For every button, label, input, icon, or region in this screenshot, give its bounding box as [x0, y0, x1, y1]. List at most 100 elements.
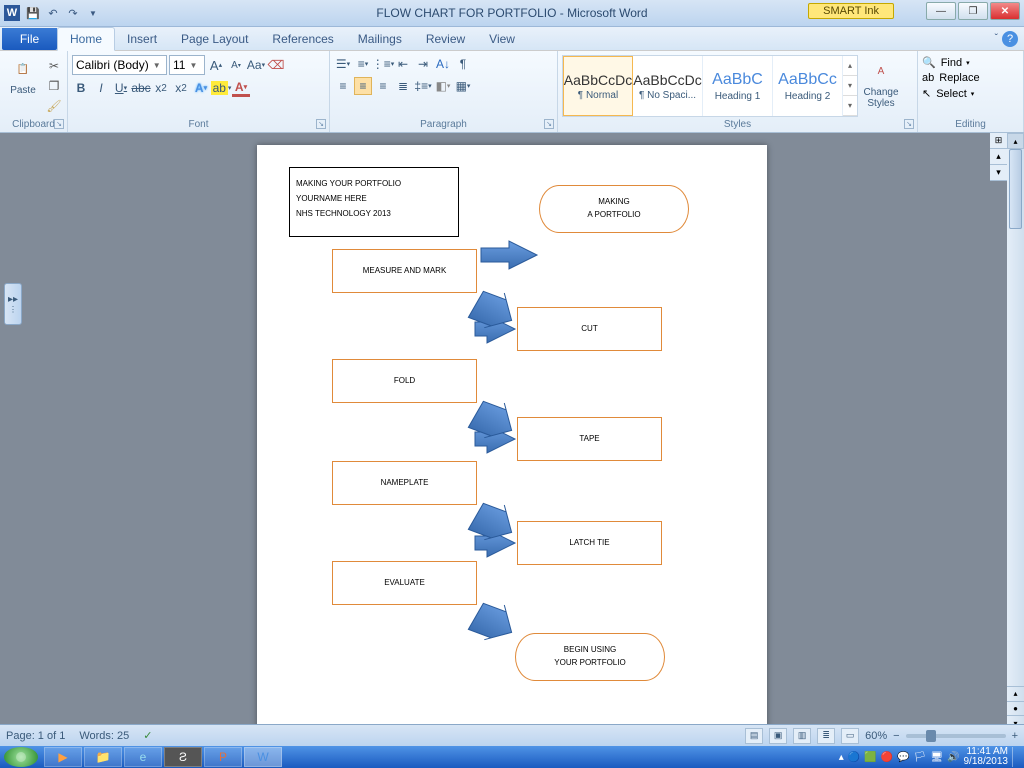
taskbar-powerpoint[interactable]: P — [204, 747, 242, 767]
style-no-spacing[interactable]: AaBbCcDc ¶ No Spaci... — [633, 56, 703, 116]
file-tab[interactable]: File — [2, 28, 57, 50]
text-effects-icon[interactable]: A▾ — [192, 79, 210, 97]
font-color-icon[interactable]: A▾ — [232, 79, 250, 97]
styles-launcher-icon[interactable]: ↘ — [904, 119, 914, 129]
show-marks-icon[interactable]: ¶ — [454, 55, 472, 73]
select-button[interactable]: ↖Select▾ — [922, 87, 980, 100]
change-styles-button[interactable]: A Change Styles — [861, 55, 901, 109]
proofing-icon[interactable]: ✓ — [143, 729, 152, 742]
style-heading2[interactable]: AaBbCc Heading 2 — [773, 56, 843, 116]
zoom-out-icon[interactable]: − — [893, 730, 899, 742]
flow-evaluate[interactable]: EVALUATE — [332, 561, 477, 605]
paste-button[interactable]: 📋 Paste — [4, 53, 42, 96]
scroll-thumb[interactable] — [1009, 149, 1022, 229]
sort-icon[interactable]: A↓ — [434, 55, 452, 73]
strike-button[interactable]: abc — [132, 79, 150, 97]
start-button[interactable] — [4, 747, 38, 767]
font-name-combo[interactable]: Calibri (Body)▼ — [72, 55, 167, 75]
clipboard-launcher-icon[interactable]: ↘ — [54, 119, 64, 129]
find-button[interactable]: 🔍Find▾ — [922, 56, 980, 69]
browse-object-icon[interactable]: ● — [1007, 701, 1024, 716]
zoom-slider[interactable] — [906, 734, 1006, 738]
taskbar-word[interactable]: W — [244, 747, 282, 767]
undo-icon[interactable]: ↶ — [44, 4, 62, 22]
tray-show-hidden-icon[interactable]: ▴ — [839, 752, 844, 763]
highlight-icon[interactable]: ab▾ — [212, 79, 230, 97]
tab-page-layout[interactable]: Page Layout — [169, 28, 260, 50]
tray-icon[interactable]: 🟩 — [864, 752, 876, 763]
flow-end[interactable]: BEGIN USING YOUR PORTFOLIO — [515, 633, 665, 681]
flow-nameplate[interactable]: NAMEPLATE — [332, 461, 477, 505]
tray-volume-icon[interactable]: 🔊 — [947, 752, 959, 763]
align-left-icon[interactable]: ≡ — [334, 77, 352, 95]
taskbar-mediaplayer[interactable]: ▶ — [44, 747, 82, 767]
replace-button[interactable]: abReplace — [922, 72, 980, 84]
taskbar-smart[interactable]: Ƨ — [164, 747, 202, 767]
fullscreen-icon[interactable]: ▣ — [769, 728, 787, 744]
paragraph-launcher-icon[interactable]: ↘ — [544, 119, 554, 129]
print-layout-icon[interactable]: ▤ — [745, 728, 763, 744]
web-layout-icon[interactable]: ▥ — [793, 728, 811, 744]
document-page[interactable]: MAKING YOUR PORTFOLIO YOURNAME HERE NHS … — [257, 145, 767, 746]
draft-icon[interactable]: ▭ — [841, 728, 859, 744]
show-desktop-button[interactable] — [1012, 747, 1020, 767]
tray-flag-icon[interactable]: 🏳 — [914, 752, 927, 763]
align-right-icon[interactable]: ≡ — [374, 77, 392, 95]
format-painter-icon[interactable]: 🖌 — [45, 97, 63, 115]
superscript-button[interactable]: x2 — [172, 79, 190, 97]
tray-network-icon[interactable]: 🖥 — [930, 752, 943, 763]
tray-icon[interactable]: 🔴 — [881, 752, 893, 763]
flow-tape[interactable]: TAPE — [517, 417, 662, 461]
bold-button[interactable]: B — [72, 79, 90, 97]
status-words[interactable]: Words: 25 — [79, 730, 129, 742]
clear-format-icon[interactable]: ⌫ — [267, 56, 285, 74]
justify-icon[interactable]: ≣ — [394, 77, 412, 95]
tray-icon[interactable]: 💬 — [897, 752, 909, 763]
outline-icon[interactable]: ≣ — [817, 728, 835, 744]
flow-measure[interactable]: MEASURE AND MARK — [332, 249, 477, 293]
shrink-font-icon[interactable]: A▾ — [227, 56, 245, 74]
status-page[interactable]: Page: 1 of 1 — [6, 730, 65, 742]
tab-view[interactable]: View — [477, 28, 527, 50]
nav-up-icon[interactable]: ▴ — [990, 149, 1007, 165]
align-center-icon[interactable]: ≡ — [354, 77, 372, 95]
tab-mailings[interactable]: Mailings — [346, 28, 414, 50]
tray-clock[interactable]: 11:41 AM 9/18/2013 — [964, 747, 1009, 767]
flow-cut[interactable]: CUT — [517, 307, 662, 351]
maximize-button[interactable]: ❐ — [958, 2, 988, 20]
title-text-box[interactable]: MAKING YOUR PORTFOLIO YOURNAME HERE NHS … — [289, 167, 459, 237]
redo-icon[interactable]: ↷ — [64, 4, 82, 22]
smart-ink-badge[interactable]: SMART Ink — [808, 3, 894, 19]
taskbar-ie[interactable]: e — [124, 747, 162, 767]
nav-down-icon[interactable]: ▾ — [990, 165, 1007, 181]
side-panel-toggle[interactable]: ▸▸⋮ — [4, 283, 22, 325]
minimize-ribbon-icon[interactable]: ˇ — [995, 33, 998, 44]
grow-font-icon[interactable]: A▴ — [207, 56, 225, 74]
font-size-combo[interactable]: 11▼ — [169, 55, 205, 75]
scroll-up-icon[interactable]: ▴ — [1007, 133, 1024, 149]
dec-indent-icon[interactable]: ⇤ — [394, 55, 412, 73]
font-launcher-icon[interactable]: ↘ — [316, 119, 326, 129]
minimize-button[interactable]: ― — [926, 2, 956, 20]
style-scroll[interactable]: ▴▾▾ — [843, 56, 857, 116]
flow-start[interactable]: MAKING A PORTFOLIO — [539, 185, 689, 233]
zoom-in-icon[interactable]: + — [1012, 730, 1018, 742]
subscript-button[interactable]: x2 — [152, 79, 170, 97]
save-icon[interactable]: 💾 — [24, 4, 42, 22]
copy-icon[interactable]: ❐ — [45, 77, 63, 95]
bullets-icon[interactable]: ☰▾ — [334, 55, 352, 73]
flow-latch[interactable]: LATCH TIE — [517, 521, 662, 565]
multilevel-icon[interactable]: ⋮≡▾ — [374, 55, 392, 73]
italic-button[interactable]: I — [92, 79, 110, 97]
style-normal[interactable]: AaBbCcDc ¶ Normal — [563, 56, 633, 116]
qat-dropdown-icon[interactable]: ▼ — [84, 4, 102, 22]
flow-fold[interactable]: FOLD — [332, 359, 477, 403]
tab-home[interactable]: Home — [57, 27, 115, 51]
tab-review[interactable]: Review — [414, 28, 477, 50]
style-heading1[interactable]: AaBbC Heading 1 — [703, 56, 773, 116]
zoom-level[interactable]: 60% — [865, 730, 887, 742]
underline-button[interactable]: U▾ — [112, 79, 130, 97]
tray-icon[interactable]: 🔵 — [848, 752, 860, 763]
vertical-scrollbar[interactable]: ▴ ▴ ● ▾ ▾ — [1007, 133, 1024, 746]
tab-insert[interactable]: Insert — [115, 28, 169, 50]
